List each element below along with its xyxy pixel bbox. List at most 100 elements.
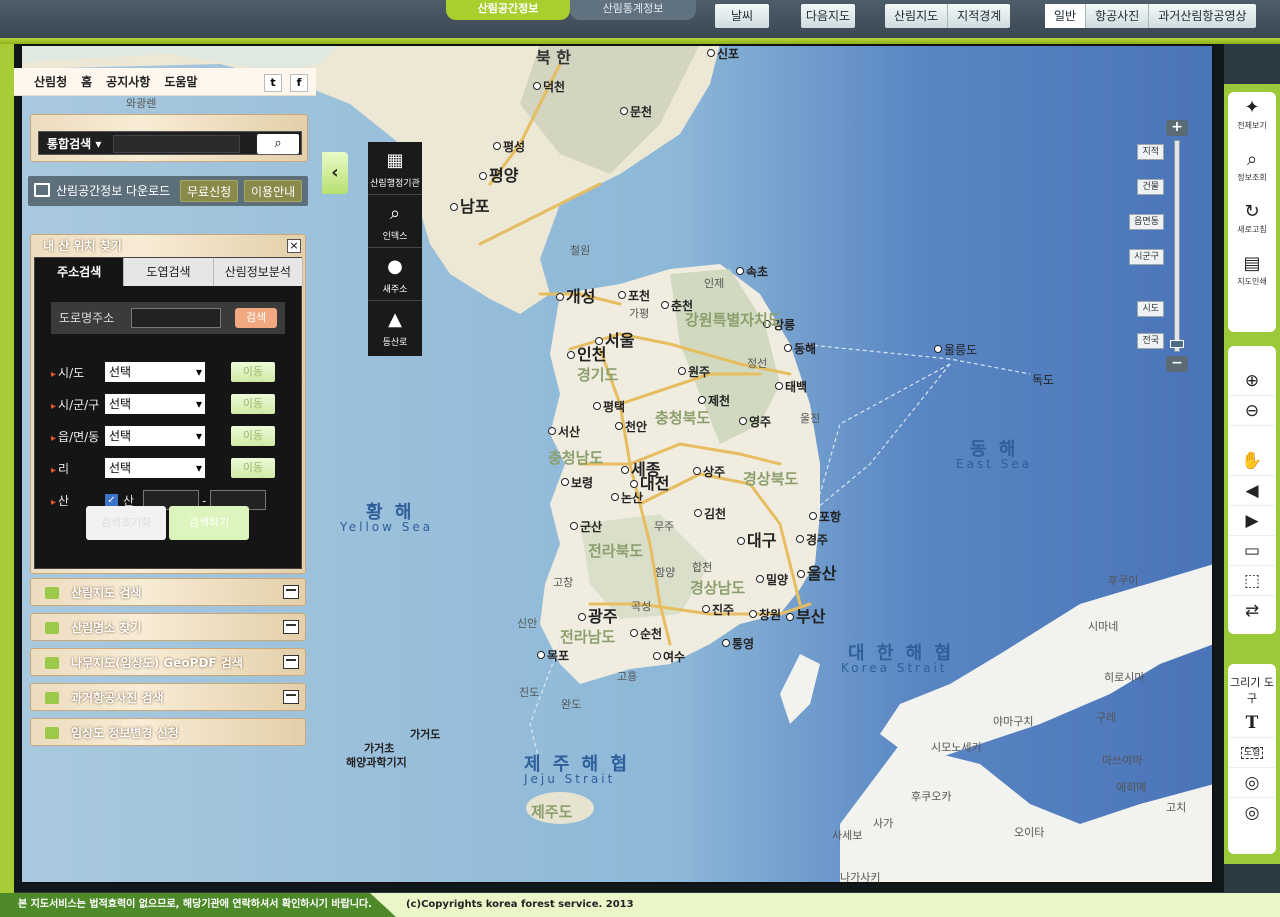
free-request-button[interactable]: 무료신청 (180, 180, 239, 202)
zoom-track[interactable] (1174, 140, 1180, 352)
footer: 본 지도서비스는 법적효력이 없으므로, 해당기관에 연락하셔서 확인하시기 바… (0, 893, 1280, 917)
collapse-panel-button[interactable]: ‹ (322, 152, 348, 194)
sido-select[interactable]: 선택 (105, 362, 205, 382)
draw-tools-label: 그리기 도구 (1230, 676, 1274, 705)
weather-button[interactable]: 날씨 (715, 4, 769, 28)
eupmyeondong-row: 읍/면/동 선택 이동 (51, 426, 291, 448)
layer-copy-tool[interactable]: ◎ (1228, 768, 1276, 798)
ruler-icon: ▭ (1243, 541, 1261, 561)
measure-distance-tool[interactable]: ▭ (1228, 536, 1276, 566)
sigungu-go-button[interactable]: 이동 (231, 394, 275, 414)
road-address-search-button[interactable]: 검색 (235, 308, 277, 328)
search-type-select[interactable]: 통합검색 ▾ (47, 132, 101, 156)
twitter-icon[interactable]: t (264, 74, 282, 92)
next-view-button[interactable]: ▶ (1228, 506, 1276, 536)
minimize-icon[interactable] (283, 585, 299, 599)
close-icon[interactable]: × (287, 239, 301, 253)
map-faded-label: 진도 (519, 686, 540, 699)
minimize-icon[interactable] (283, 690, 299, 704)
quick-nav-hiking-trail[interactable]: ▲ 등산로 (368, 301, 422, 354)
sido-go-button[interactable]: 이동 (231, 362, 275, 382)
tab-forest-statistics[interactable]: 산림통계정보 (570, 0, 696, 20)
map-city-label: 상주 (693, 463, 725, 480)
quick-nav-forest-offices[interactable]: ▦ 산림행정기관 (368, 142, 422, 195)
zoom-level-label[interactable]: 전국 (1137, 333, 1164, 349)
measure-area-tool[interactable]: ⬚ (1228, 566, 1276, 596)
pan-tool[interactable]: ✋ (1228, 446, 1276, 476)
zoom-in-tool[interactable]: ⊕ (1228, 366, 1276, 396)
accordion-tree-map-geopdf[interactable]: 나무지도(임상도) GeoPDF 검색 (30, 648, 306, 676)
daum-map-button[interactable]: 다음지도 (801, 4, 855, 28)
map-province-label: 강원특별자치도 (685, 311, 782, 329)
minimize-icon[interactable] (283, 620, 299, 634)
refresh-button[interactable]: ↻ 새로고침 (1228, 196, 1276, 248)
eupmyeondong-select[interactable]: 선택 (105, 426, 205, 446)
map-nav-tools-group: ⊕ ⊖ ✋ ◀ ▶ ▭ ⬚ ⇄ (1228, 346, 1276, 634)
zoom-out-tool[interactable]: ⊖ (1228, 396, 1276, 426)
draw-text-tool[interactable]: T (1228, 708, 1276, 738)
zoom-level-label[interactable]: 건물 (1137, 179, 1164, 195)
zoom-handle[interactable] (1170, 340, 1184, 348)
search-input[interactable] (113, 135, 240, 153)
globe-icon: ◎ (1244, 773, 1260, 793)
quick-nav-label: 등산로 (382, 338, 408, 348)
map-island-label: 울릉도 (934, 341, 977, 358)
quick-nav-new-address[interactable]: ● 새주소 (368, 248, 422, 301)
zoom-level-label[interactable]: 지적 (1137, 144, 1164, 160)
zoom-level-label[interactable]: 읍면동 (1129, 214, 1164, 230)
accordion-title: 산림명소 찾기 (71, 621, 142, 635)
ri-go-button[interactable]: 이동 (231, 458, 275, 478)
zoom-out-button[interactable]: − (1166, 356, 1188, 372)
link-help[interactable]: 도움말 (164, 73, 197, 90)
zoom-level-label[interactable]: 시도 (1137, 301, 1164, 317)
accordion-past-aerial-photo[interactable]: 과거항공사진 검색 (30, 683, 306, 711)
sigungu-select[interactable]: 선택 (105, 394, 205, 414)
print-button[interactable]: ▤ 지도인쇄 (1228, 248, 1276, 300)
facebook-icon[interactable]: f (290, 74, 308, 92)
draw-shape-tool[interactable]: 도형 (1228, 738, 1276, 768)
document-icon (45, 657, 59, 669)
accordion-forest-map-search[interactable]: 산림지도 검색 (30, 578, 306, 606)
cadastral-boundary-toggle[interactable]: 지적경계 (948, 4, 1010, 28)
reset-search-button[interactable]: 검색초기화 (86, 506, 166, 540)
map-city-label: 동해 (784, 340, 816, 357)
chevron-right-icon: ▶ (1245, 511, 1259, 531)
basemap-general-toggle[interactable]: 일반 (1045, 4, 1087, 28)
link-notice[interactable]: 공지사항 (106, 73, 150, 90)
map-city-label: 밀양 (756, 571, 788, 588)
forest-map-toggle[interactable]: 산림지도 (885, 4, 949, 28)
tab-forest-analysis[interactable]: 산림정보분석 (213, 258, 303, 286)
info-query-button[interactable]: ⌕ 정보조회 (1228, 144, 1276, 196)
zoom-level-label[interactable]: 시군구 (1129, 249, 1164, 265)
minimize-icon[interactable] (283, 655, 299, 669)
search-button[interactable]: ⌕ (257, 134, 299, 154)
tab-map-sheet-search[interactable]: 도엽검색 (124, 258, 214, 286)
sigungu-row: 시/군/구 선택 이동 (51, 394, 291, 416)
eupmyeondong-label: 읍/면/동 (51, 426, 99, 450)
draw-shape-label: 도형 (1240, 747, 1264, 759)
usage-guide-button[interactable]: 이용안내 (244, 180, 303, 202)
search-go-button[interactable]: 검색하기 (169, 506, 249, 540)
map-faded-label: 고치 (1166, 801, 1187, 814)
ri-select[interactable]: 선택 (105, 458, 205, 478)
accordion-stand-map-change[interactable]: 임상도 정보변경 신청 (30, 718, 306, 746)
link-forest-service[interactable]: 산림청 (34, 73, 67, 90)
zoom-in-button[interactable]: + (1166, 120, 1188, 136)
basemap-past-aerial-toggle[interactable]: 과거산림항공영상 (1149, 4, 1255, 28)
tab-forest-spatial-info[interactable]: 산림공간정보 (446, 0, 570, 20)
layer-paste-tool[interactable]: ◎ (1228, 798, 1276, 828)
map-city-label: 포천 (618, 287, 650, 304)
basemap-aerial-toggle[interactable]: 항공사진 (1086, 4, 1150, 28)
accordion-forest-attractions[interactable]: 산림명소 찾기 (30, 613, 306, 641)
eupmyeondong-go-button[interactable]: 이동 (231, 426, 275, 446)
map-province-label: 충청북도 (655, 409, 711, 427)
tab-address-search[interactable]: 주소검색 (35, 258, 125, 286)
road-address-input[interactable] (131, 308, 221, 328)
link-home[interactable]: 홈 (81, 73, 92, 90)
swap-tool[interactable]: ⇄ (1228, 596, 1276, 626)
chevron-left-icon: ‹ (331, 162, 339, 183)
map-city-label: 군산 (570, 518, 602, 535)
previous-view-button[interactable]: ◀ (1228, 476, 1276, 506)
quick-nav-index[interactable]: ⌕ 인덱스 (368, 195, 422, 248)
full-view-button[interactable]: ✦ 전체보기 (1228, 92, 1276, 144)
